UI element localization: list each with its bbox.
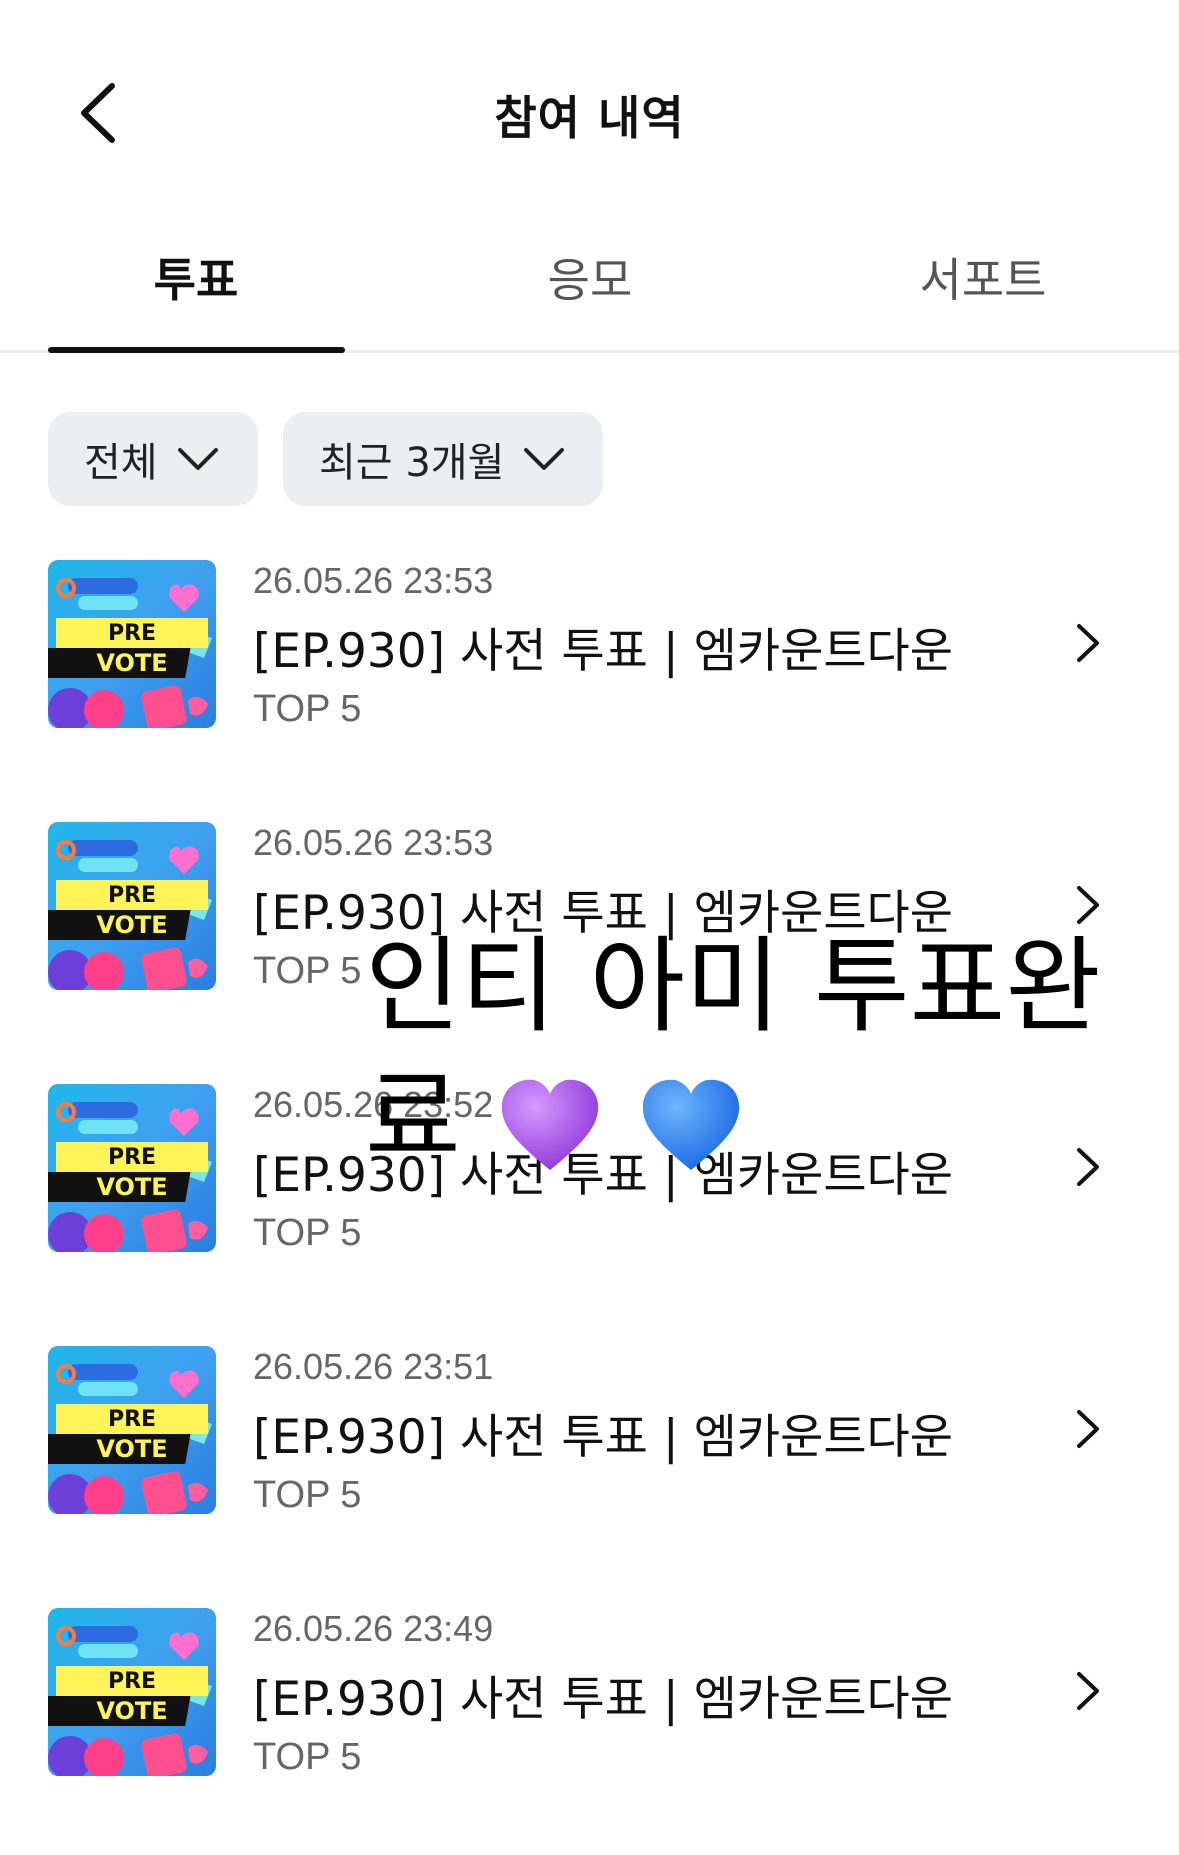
active-tab-indicator (48, 347, 345, 353)
item-title: [EP.930] 사전 투표 | 엠카운트다운 (253, 1410, 954, 1465)
svg-text:VOTE: VOTE (96, 1173, 167, 1201)
item-date: 26.05.26 23:49 (253, 1608, 494, 1649)
item-subtitle: TOP 5 (253, 1212, 362, 1254)
svg-text:VOTE: VOTE (96, 911, 167, 939)
item-subtitle: TOP 5 (253, 1736, 362, 1778)
item-subtitle: TOP 5 (253, 688, 362, 730)
chevron-right-icon (1077, 1410, 1099, 1448)
chevron-right-icon (1077, 624, 1099, 662)
top-bar: 참여 내역 (0, 0, 1179, 220)
list-item[interactable]: PRE VOTE 26.05.26 23:51 [EP.930] 사전 투표 |… (48, 1346, 1138, 1516)
period-filter-label: 최근 3개월 (319, 440, 505, 486)
tab-support[interactable]: 서포트 (833, 240, 1133, 340)
item-subtitle: TOP 5 (253, 1474, 362, 1516)
item-subtitle: TOP 5 (253, 950, 362, 992)
svg-text:PRE: PRE (108, 621, 156, 646)
chevron-right-icon (1077, 1672, 1099, 1710)
purple-heart-icon (501, 1079, 598, 1170)
svg-text:VOTE: VOTE (96, 649, 167, 677)
pre-vote-thumbnail: PRE VOTE (48, 1608, 216, 1776)
pre-vote-thumbnail: PRE VOTE (48, 822, 216, 990)
svg-text:PRE: PRE (108, 1407, 156, 1432)
list-item[interactable]: PRE VOTE 26.05.26 23:49 [EP.930] 사전 투표 |… (48, 1608, 1138, 1778)
tab-vote[interactable]: 투표 (46, 240, 346, 340)
chevron-down-icon (524, 448, 565, 470)
item-title: [EP.930] 사전 투표 | 엠카운트다운 (253, 624, 954, 679)
item-date: 26.05.26 23:53 (253, 560, 494, 601)
category-filter-label: 전체 (84, 440, 158, 486)
page-title: 참여 내역 (494, 91, 685, 145)
blue-heart-icon (642, 1079, 739, 1170)
period-filter-dropdown[interactable]: 최근 3개월 (283, 412, 603, 506)
list-item[interactable]: PRE VOTE 26.05.26 23:53 [EP.930] 사전 투표 |… (48, 560, 1138, 730)
chevron-down-icon (177, 448, 218, 470)
overlay-caption: 인티 아미 투표완료 (365, 920, 1105, 1184)
svg-text:VOTE: VOTE (96, 1435, 167, 1463)
svg-text:VOTE: VOTE (96, 1697, 167, 1725)
item-date: 26.05.26 23:51 (253, 1346, 494, 1387)
pre-vote-thumbnail: PRE VOTE (48, 1346, 216, 1514)
item-title: [EP.930] 사전 투표 | 엠카운트다운 (253, 1672, 954, 1727)
svg-text:PRE: PRE (108, 1669, 156, 1694)
pre-vote-thumbnail: PRE VOTE (48, 1084, 216, 1252)
svg-text:PRE: PRE (108, 1145, 156, 1170)
svg-text:PRE: PRE (108, 883, 156, 908)
tab-entry[interactable]: 응모 (440, 240, 740, 340)
item-date: 26.05.26 23:53 (253, 822, 494, 863)
pre-vote-thumbnail: PRE VOTE (48, 560, 216, 728)
tab-bar: 투표 응모 서포트 (0, 230, 1179, 353)
category-filter-dropdown[interactable]: 전체 (48, 412, 258, 506)
